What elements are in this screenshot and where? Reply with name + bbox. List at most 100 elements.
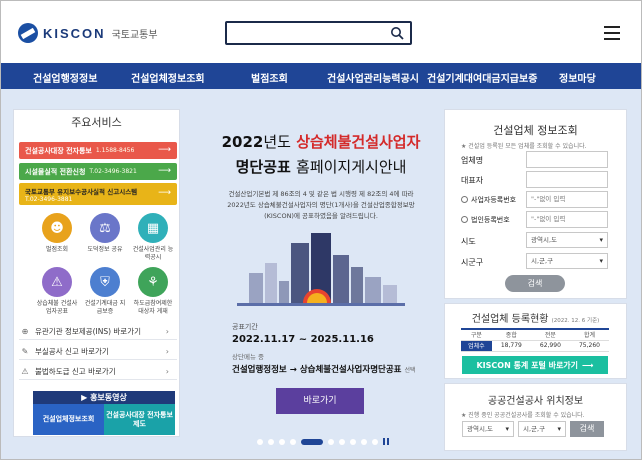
ceo-field[interactable] xyxy=(526,171,608,188)
header: KISCON 국토교통부 xyxy=(1,1,641,63)
slide-dot[interactable] xyxy=(268,438,274,445)
path-a: 건설업행정정보 xyxy=(232,365,287,375)
main-nav: 건설업행정정보 건설업체정보조회 벌점조회 건설사업관리능력공시 건설기계대여대… xyxy=(1,63,641,89)
service-label: 상습체불 건설사업자공표 xyxy=(36,300,78,315)
hammer-icon: ✎ xyxy=(21,346,29,356)
registration-date: (2022. 12. 6 기준) xyxy=(551,318,600,324)
label-sido: 시도 xyxy=(461,237,476,246)
service-label: 건설사업관리 능력공시 xyxy=(132,246,174,261)
period-label: 공표기간 xyxy=(232,323,258,331)
slide-dot[interactable] xyxy=(350,438,356,445)
service-management[interactable]: ▦ 건설사업관리 능력공시 xyxy=(131,213,175,262)
business-number-field[interactable]: "-"없이 입력 xyxy=(526,191,608,208)
globe-icon: ⊕ xyxy=(21,326,29,336)
radio-business-number[interactable]: 사업자등록번호 xyxy=(461,195,516,205)
slide-dot[interactable] xyxy=(279,438,285,445)
label-company-name: 업체명 xyxy=(461,156,484,165)
slide-dot[interactable] xyxy=(328,438,334,445)
promo-title-text: 홍보동영상 xyxy=(90,393,127,402)
company-search-note: ★ 건설업 등록된 모든 업체를 조회할 수 있습니다. xyxy=(461,143,587,150)
table-header: 합계 xyxy=(569,328,609,341)
hamburger-menu-icon[interactable] xyxy=(604,26,620,40)
search-icon[interactable] xyxy=(390,26,404,40)
promo-title: ▶ 홍보동영상 xyxy=(33,391,175,404)
bar-maintenance-report[interactable]: 국토교통부 유지보수공사실적 신고시스템 T.02-3496-3881 ⟶ xyxy=(19,183,177,205)
nav-item-admin-info[interactable]: 건설업행정정보 xyxy=(33,70,97,85)
table-cell: 75,260 xyxy=(569,340,609,352)
registration-table: 구분 종합 전문 합계 업체수 18,779 62,990 75,260 xyxy=(461,328,609,352)
menu-path: 건설업행정정보 → 상습체불건설사업자명단공표 선택 xyxy=(232,363,416,375)
link-label: 부실공사 신고 바로가기 xyxy=(35,346,109,356)
public-search-button[interactable]: 검색 xyxy=(570,421,604,437)
arrow-right-icon: ⟶ xyxy=(582,360,594,370)
promo-ledger[interactable]: 건설공사대장 전자통보제도 xyxy=(104,404,175,435)
company-name-field[interactable] xyxy=(526,151,608,168)
sigungu-select[interactable]: 시,군,구 xyxy=(526,253,608,269)
slide-dot[interactable] xyxy=(290,438,296,445)
radio-icon xyxy=(461,196,468,203)
service-label: 도덕정보 공유 xyxy=(87,246,123,253)
corp-number-field[interactable]: "-"없이 입력 xyxy=(526,211,608,228)
nav-item-info[interactable]: 정보마당 xyxy=(559,70,596,85)
slider-pagination xyxy=(257,438,394,445)
slide-dot[interactable] xyxy=(257,438,263,445)
period-value: 2022.11.17 ~ 2025.11.16 xyxy=(232,334,374,345)
slide-dot-active[interactable] xyxy=(301,438,323,445)
public-site-title: 공공건설공사 위치정보 xyxy=(487,396,584,407)
chevron-right-icon: › xyxy=(165,326,169,336)
link-poor-construction[interactable]: ✎ 부실공사 신고 바로가기 › xyxy=(19,343,177,360)
path-suffix: 선택 xyxy=(404,367,416,374)
public-sido-select[interactable]: 광역시,도 xyxy=(462,421,514,437)
slide-dot[interactable] xyxy=(339,438,345,445)
banner-year-suffix: 년도 xyxy=(263,133,291,151)
nav-item-penalty[interactable]: 벌점조회 xyxy=(251,70,288,85)
service-delinquent[interactable]: ⚠ 상습체불 건설사업자공표 xyxy=(35,267,79,316)
bar-label: 시설물실적 전환신청 xyxy=(25,167,86,176)
pause-icon[interactable] xyxy=(383,438,389,445)
service-label: 벌점조회 xyxy=(45,246,69,253)
path-arrow: → xyxy=(289,365,297,375)
bar-facility-record[interactable]: 시설물실적 전환신청 T.02-3496-3821 ⟶ xyxy=(19,163,177,180)
bar-phone: 1.1588-8456 xyxy=(95,147,135,154)
service-moral-info[interactable]: ⚖ 도덕정보 공유 xyxy=(83,213,127,254)
kiscon-logo[interactable]: KISCON 국토교통부 xyxy=(18,23,158,43)
radio-corp-number[interactable]: 법인등록번호 xyxy=(461,215,510,225)
promo-company-info[interactable]: 건설업체정보조회 xyxy=(33,404,104,435)
service-subcontract-limit[interactable]: ⚘ 하도급참여제한 대상자 게재 xyxy=(131,267,175,316)
search-input[interactable] xyxy=(233,25,393,46)
sido-select[interactable]: 광역시,도 xyxy=(526,232,608,248)
company-search-button[interactable]: 검색 xyxy=(505,275,565,292)
registration-title-text: 건설업체 등록현황 xyxy=(471,314,549,325)
statistics-portal-button[interactable]: KISCON 통계 포털 바로가기 ⟶ xyxy=(462,356,608,374)
service-penalty[interactable]: ☻ 벌점조회 xyxy=(35,213,79,254)
bar-label: 국토교통부 유지보수공사실적 신고시스템 xyxy=(25,187,138,196)
public-site-note: ★ 진행 중인 공공건설공사를 조회할 수 있습니다. xyxy=(461,412,585,419)
bar-phone: T.02-3496-3821 xyxy=(89,168,137,175)
bar-construction-ledger[interactable]: 건설공사대장 전자통보 1.1588-8456 ⟶ xyxy=(19,142,177,159)
main-services-title: 주요서비스 xyxy=(71,116,122,129)
label-ceo: 대표자 xyxy=(461,176,484,185)
slide-dot[interactable] xyxy=(372,438,378,445)
portal-label: KISCON 통계 포털 바로가기 xyxy=(476,360,579,370)
service-label: 하도급참여제한 대상자 게재 xyxy=(133,300,173,315)
penalty-icon: ☻ xyxy=(42,213,72,243)
public-sigungu-select[interactable]: 시,군,구 xyxy=(518,421,566,437)
link-illegal-subcontract[interactable]: ⚠ 불법하도급 신고 바로가기 › xyxy=(19,363,177,380)
slide-dot[interactable] xyxy=(361,438,367,445)
table-row-label: 업체수 xyxy=(461,340,492,352)
radio-icon xyxy=(461,216,468,223)
promo-video[interactable]: ▶ 홍보동영상 건설업체정보조회 건설공사대장 전자통보제도 xyxy=(33,391,175,435)
go-button[interactable]: 바로가기 xyxy=(276,388,364,414)
service-equipment-guarantee[interactable]: ⛨ 건설기계대금 지급보증 xyxy=(83,267,127,316)
path-label: 상단메뉴 중 xyxy=(232,353,264,361)
banner-title: 2022년도 상습체불건설사업자 명단공표 홈페이지게시안내 xyxy=(201,131,441,177)
nav-item-equipment-guarantee[interactable]: 건설기계대여대금지급보증 xyxy=(427,70,537,85)
nav-item-company-info[interactable]: 건설업체정보조회 xyxy=(131,70,205,85)
link-ins[interactable]: ⊕ 유관기관 정보제공(INS) 바로가기 › xyxy=(19,323,177,340)
banner-line2-b: 홈페이지게시안내 xyxy=(296,158,407,176)
nav-item-management-capability[interactable]: 건설사업관리능력공시 xyxy=(327,70,419,85)
page-frame: KISCON 국토교통부 건설업행정정보 건설업체정보조회 벌점조회 건설사업관… xyxy=(0,0,642,460)
scale-icon: ⚖ xyxy=(90,213,120,243)
city-illustration xyxy=(237,233,405,306)
public-site-panel: 공공건설공사 위치정보 ★ 진행 중인 공공건설공사를 조회할 수 있습니다. xyxy=(444,383,627,451)
